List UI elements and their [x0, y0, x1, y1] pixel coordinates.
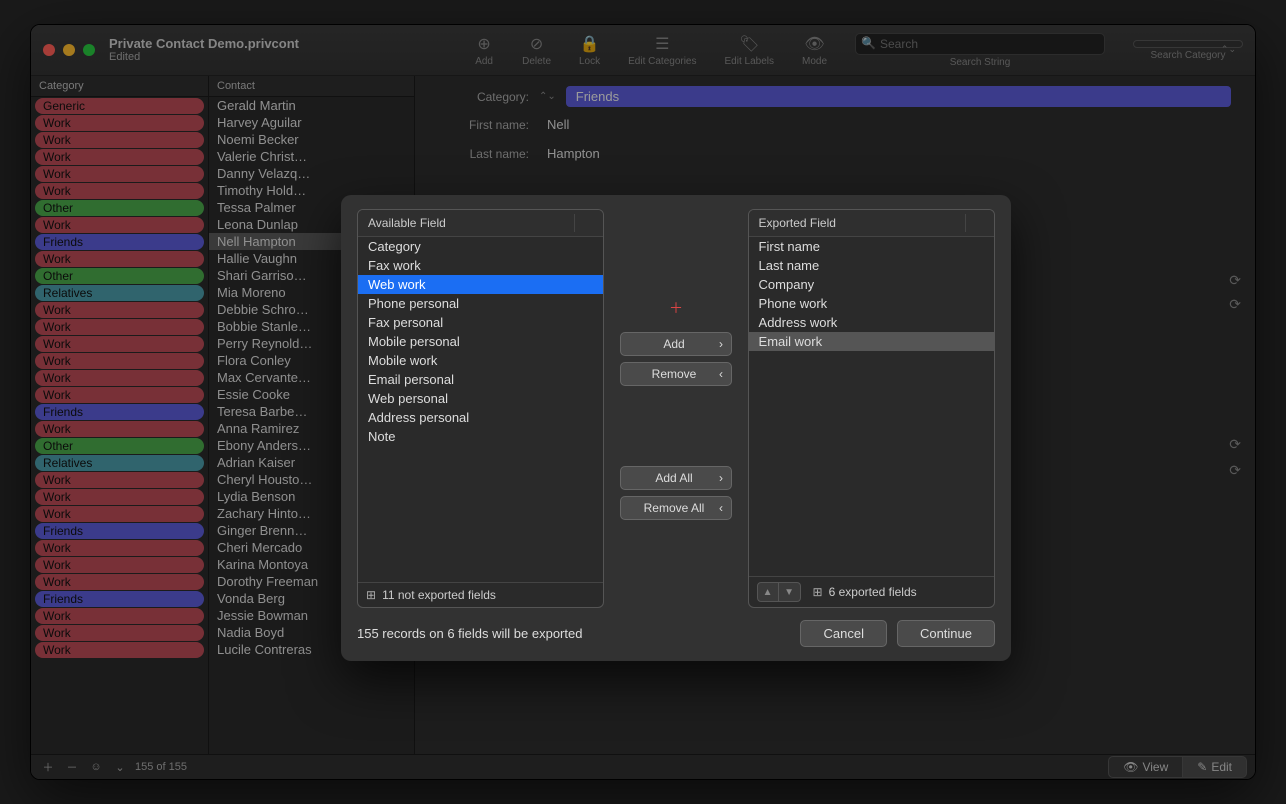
grid-icon: ⊞	[813, 585, 823, 599]
available-field-item[interactable]: Web personal	[358, 389, 603, 408]
exported-field-item[interactable]: Company	[749, 275, 994, 294]
remove-all-fields-button[interactable]: Remove All‹	[620, 496, 732, 520]
available-field-item[interactable]: Category	[358, 237, 603, 256]
exported-field-item[interactable]: Address work	[749, 313, 994, 332]
grid-icon: ⊞	[366, 588, 376, 602]
exported-field-item[interactable]: Email work	[749, 332, 994, 351]
exported-field-item[interactable]: Phone work	[749, 294, 994, 313]
chevron-left-icon: ‹	[719, 367, 723, 381]
exported-fields-header[interactable]: Exported Field	[749, 210, 994, 237]
available-field-item[interactable]: Fax work	[358, 256, 603, 275]
plus-indicator-icon: ＋	[669, 298, 683, 318]
reorder-buttons: ▲ ▼	[757, 582, 801, 602]
available-field-item[interactable]: Fax personal	[358, 313, 603, 332]
available-fields-list: Available Field CategoryFax workWeb work…	[357, 209, 604, 608]
available-field-item[interactable]: Phone personal	[358, 294, 603, 313]
available-field-item[interactable]: Address personal	[358, 408, 603, 427]
available-field-item[interactable]: Mobile work	[358, 351, 603, 370]
add-field-button[interactable]: Add›	[620, 332, 732, 356]
move-up-button[interactable]: ▲	[757, 582, 779, 602]
chevron-right-icon: ›	[719, 471, 723, 485]
field-move-buttons: ＋ Add› Remove‹ Add All› Remove All‹	[618, 209, 733, 608]
available-field-item[interactable]: Mobile personal	[358, 332, 603, 351]
available-fields-footer: ⊞ 11 not exported fields	[358, 582, 603, 607]
exported-fields-list: Exported Field First nameLast nameCompan…	[748, 209, 995, 608]
available-fields-header[interactable]: Available Field	[358, 210, 603, 237]
chevron-left-icon: ‹	[719, 501, 723, 515]
app-window: Private Contact Demo.privcont Edited ⊕ A…	[30, 24, 1256, 780]
add-all-fields-button[interactable]: Add All›	[620, 466, 732, 490]
export-status-text: 155 records on 6 fields will be exported	[357, 626, 582, 641]
continue-button[interactable]: Continue	[897, 620, 995, 647]
chevron-right-icon: ›	[719, 337, 723, 351]
exported-field-item[interactable]: First name	[749, 237, 994, 256]
remove-field-button[interactable]: Remove‹	[620, 362, 732, 386]
available-field-item[interactable]: Note	[358, 427, 603, 446]
available-field-item[interactable]: Web work	[358, 275, 603, 294]
available-field-item[interactable]: Email personal	[358, 370, 603, 389]
export-fields-modal: Available Field CategoryFax workWeb work…	[341, 195, 1011, 661]
move-down-button[interactable]: ▼	[779, 582, 801, 602]
exported-fields-footer: ▲ ▼ ⊞ 6 exported fields	[749, 576, 994, 607]
cancel-button[interactable]: Cancel	[800, 620, 886, 647]
exported-field-item[interactable]: Last name	[749, 256, 994, 275]
